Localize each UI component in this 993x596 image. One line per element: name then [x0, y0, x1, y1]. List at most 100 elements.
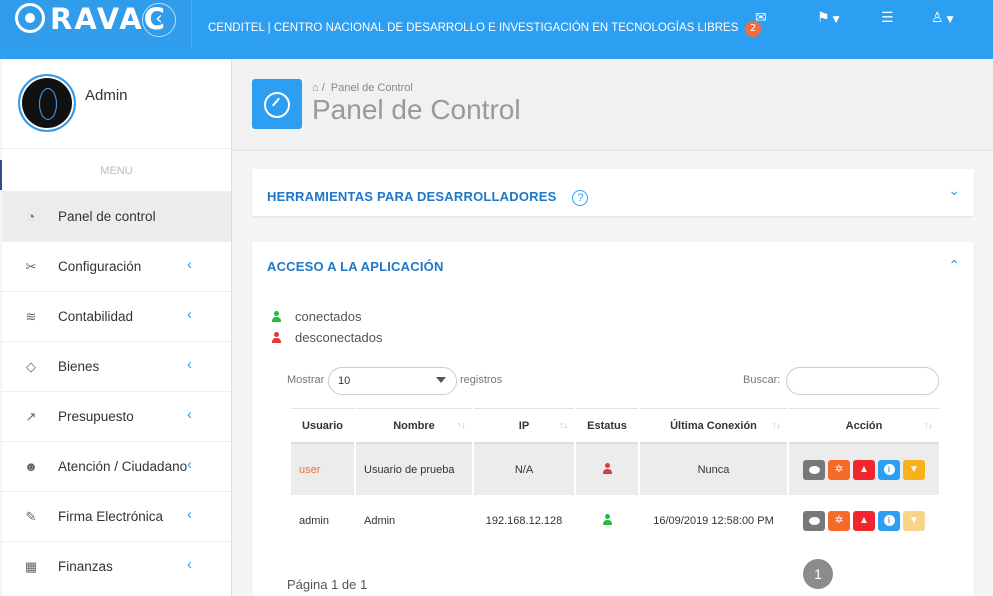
- sidebar-item-label: Panel de control: [58, 209, 156, 224]
- access-panel: ACCESO A LA APLICACIÓN ⌃ conectados desc…: [252, 242, 974, 596]
- chevron-left-icon: ‹: [187, 356, 192, 373]
- bell-icon: ▲: [859, 514, 869, 526]
- column-label: Nombre: [393, 419, 435, 432]
- chat-icon: [808, 516, 820, 525]
- dev-tools-title-text: HERRAMIENTAS PARA DESARROLLADORES: [267, 189, 557, 204]
- column-header-accion[interactable]: Acción ↑↓: [789, 408, 939, 444]
- messages-count-badge: 2: [745, 21, 761, 37]
- cell-ip: N/A: [474, 444, 574, 495]
- sidebar-item-contabilidad[interactable]: ≋ Contabilidad ‹: [2, 291, 231, 341]
- users-table: Usuario Nombre ↑↓ IP ↑↓ Estatus Última Con…: [289, 408, 941, 546]
- show-label: Mostrar: [287, 374, 325, 386]
- caret-down-icon: [436, 377, 446, 383]
- cell-estatus: [576, 495, 638, 546]
- chevron-down-icon[interactable]: ⌄: [948, 183, 960, 199]
- sort-icon: ↑↓: [559, 420, 568, 430]
- sidebar-item-configuracion[interactable]: ✂ Configuración ‹: [2, 241, 231, 291]
- sidebar-item-bienes[interactable]: ◇ Bienes ‹: [2, 341, 231, 391]
- column-header-ip[interactable]: IP ↑↓: [474, 408, 574, 444]
- search-input[interactable]: [786, 367, 939, 395]
- cell-accion: ✲ ▲ i ▼: [789, 495, 939, 546]
- user-disconnected-icon: [602, 463, 612, 474]
- filter-button[interactable]: ▼: [903, 510, 925, 531]
- dev-tools-panel[interactable]: HERRAMIENTAS PARA DESARROLLADORES? ⌄: [252, 169, 974, 216]
- sidebar-item-label: Presupuesto: [58, 409, 134, 424]
- info-icon: i: [883, 463, 895, 475]
- chevron-up-icon[interactable]: ⌃: [948, 258, 960, 274]
- dev-tools-panel-title: HERRAMIENTAS PARA DESARROLLADORES?: [267, 189, 589, 206]
- pagination-info: Página 1 de 1: [287, 577, 368, 592]
- column-header-usuario[interactable]: Usuario: [291, 408, 354, 444]
- dashboard-icon: ◔: [27, 209, 35, 224]
- sidebar-item-presupuesto[interactable]: ↗ Presupuesto ‹: [2, 391, 231, 441]
- message-button[interactable]: [803, 459, 825, 480]
- user-connected-icon: [602, 514, 612, 525]
- sidebar-item-firma-electronica[interactable]: ✎ Firma Electrónica ‹: [2, 491, 231, 541]
- home-icon[interactable]: ⌂: [312, 82, 319, 94]
- records-label: registros: [460, 374, 503, 386]
- database-button[interactable]: ☰: [881, 10, 894, 26]
- org-title: CENDITEL | CENTRO NACIONAL DE DESARROLLO…: [208, 22, 739, 34]
- message-button[interactable]: [803, 510, 825, 531]
- cell-nombre: Admin: [364, 514, 396, 527]
- sidebar-item-label: Configuración: [58, 259, 142, 274]
- tools-icon: ✂: [25, 259, 37, 274]
- logo-gear-icon: [15, 3, 45, 33]
- avatar[interactable]: [18, 74, 76, 132]
- sidebar-item-panel-de-control[interactable]: ◔ Panel de control: [2, 191, 231, 241]
- breadcrumb-current: Panel de Control: [330, 82, 413, 94]
- cell-usuario: user: [291, 444, 354, 495]
- profile-name: Admin: [85, 87, 128, 104]
- pagination-page-1[interactable]: 1: [803, 559, 833, 589]
- cell-nombre: Usuario de prueba: [356, 444, 472, 495]
- layers-icon: ≋: [25, 309, 37, 324]
- info-button[interactable]: i: [878, 510, 900, 531]
- table-header-row: Usuario Nombre ↑↓ IP ↑↓ Estatus Última Con…: [291, 408, 939, 444]
- access-panel-title: ACCESO A LA APLICACIÓN: [267, 259, 444, 274]
- page-size-select[interactable]: 10: [328, 367, 457, 395]
- sidebar-item-label: Atención / Ciudadano: [58, 459, 188, 474]
- chevron-left-icon: ‹: [187, 456, 192, 473]
- column-header-estatus[interactable]: Estatus: [576, 408, 638, 444]
- breadcrumb: ⌂ / Panel de Control: [312, 82, 413, 94]
- cell-ip: 192.168.12.128: [485, 514, 563, 527]
- people-icon: ☻: [24, 459, 38, 474]
- edit-icon: ✎: [25, 509, 37, 524]
- legend-connected-label: conectados: [295, 309, 362, 324]
- settings-button[interactable]: ✲: [828, 459, 850, 480]
- notify-button[interactable]: ▲: [853, 459, 875, 480]
- sidebar-item-atencion-ciudadano[interactable]: ☻ Atención / Ciudadano ‹: [2, 441, 231, 491]
- sidebar-item-finanzas[interactable]: ▦ Finanzas ‹: [2, 541, 231, 591]
- chevron-left-icon: ‹: [187, 406, 192, 423]
- column-label: Última Conexión: [670, 419, 757, 432]
- sidebar-item-label: Bienes: [58, 359, 100, 374]
- column-header-nombre[interactable]: Nombre ↑↓: [356, 408, 472, 444]
- tag-icon: ◇: [26, 359, 36, 374]
- filter-icon: ▼: [909, 514, 919, 526]
- cogs-icon: ✲: [834, 514, 844, 526]
- calculator-icon: ▦: [24, 559, 38, 574]
- cell-ultima-conexion: 16/09/2019 12:58:00 PM: [653, 514, 774, 527]
- logo-area[interactable]: RAVAC ‹: [0, 0, 192, 48]
- user-menu-dropdown[interactable]: ♙ ▼: [931, 10, 953, 26]
- filter-button[interactable]: ▼: [903, 459, 925, 480]
- cell-ultima-conexion: Nunca: [640, 444, 787, 495]
- sidebar-toggle-button[interactable]: ‹: [142, 3, 176, 37]
- sort-icon: ↑↓: [924, 420, 933, 430]
- column-label: Acción: [845, 419, 883, 432]
- sidebar-item-label: Firma Electrónica: [58, 509, 164, 524]
- column-header-ultima-conexion[interactable]: Última Conexión ↑↓: [640, 408, 787, 444]
- chevron-left-icon: ‹: [187, 256, 192, 273]
- settings-button[interactable]: ✲: [828, 510, 850, 531]
- help-icon[interactable]: ?: [572, 190, 589, 206]
- menu-heading: MENU: [100, 165, 133, 177]
- notify-button[interactable]: ▲: [853, 510, 875, 531]
- cell-accion: ✲ ▲ i ▼: [789, 444, 939, 495]
- notifications-dropdown[interactable]: ⚑ ▼: [817, 10, 839, 26]
- page-header: ⌂ / Panel de Control Panel de Control: [232, 59, 993, 151]
- page-size-value: 10: [338, 375, 351, 387]
- chevron-left-icon: ‹: [187, 506, 192, 523]
- info-button[interactable]: i: [878, 459, 900, 480]
- sidebar-edge-marker: [0, 160, 2, 190]
- chevron-down-icon: ▼: [832, 15, 840, 25]
